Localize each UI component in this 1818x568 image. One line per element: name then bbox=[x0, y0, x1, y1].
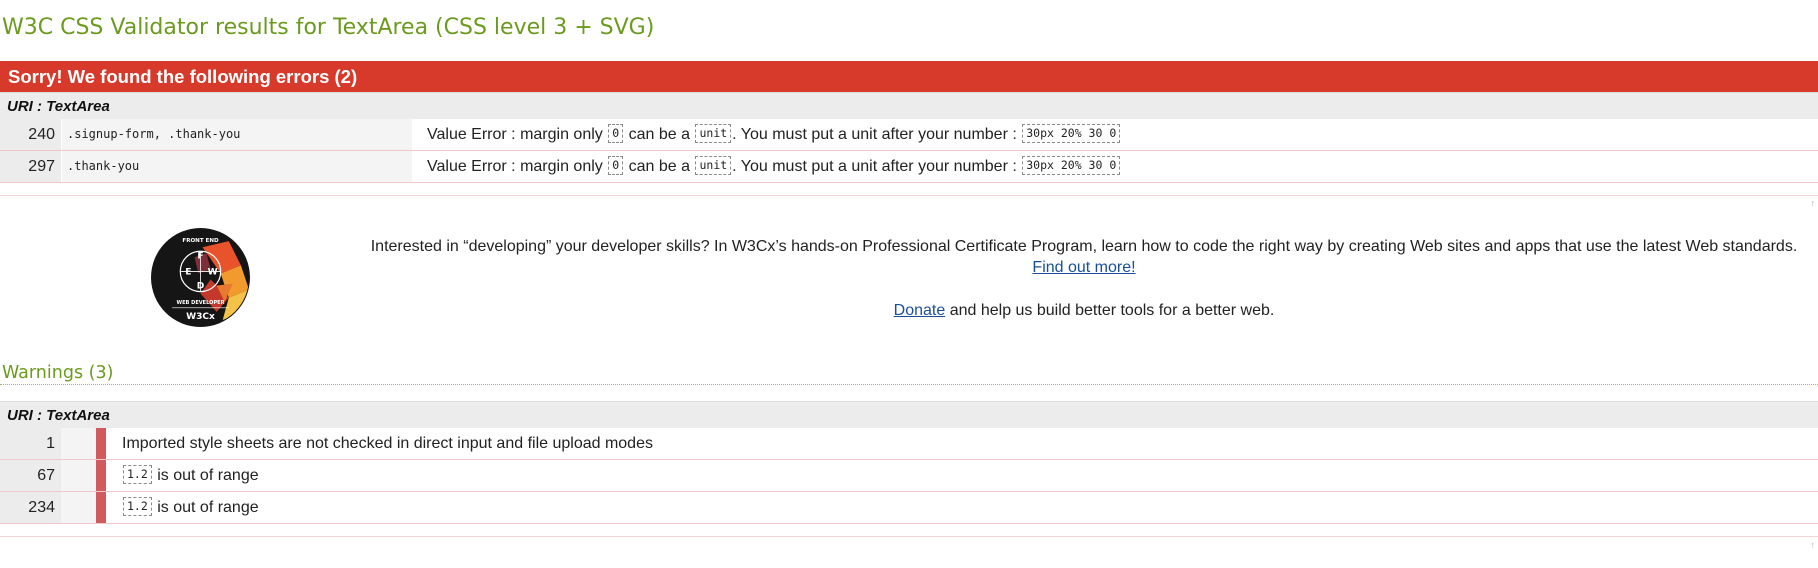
logo-letter-f: F bbox=[197, 251, 203, 261]
warning-context bbox=[61, 428, 96, 459]
w3cx-fewd-logo: F E W D FRONT END WEB DEVELOPER W3Cx bbox=[151, 228, 250, 327]
error-message-prefix: Value Error : margin only bbox=[427, 126, 603, 143]
donate-message: and help us build better tools for a bet… bbox=[945, 302, 1275, 319]
error-row: 240 .signup-form, .thank-you Value Error… bbox=[0, 119, 1818, 151]
code-snippet: 30px 20% 30 0 bbox=[1022, 156, 1121, 176]
code-snippet: 30px 20% 30 0 bbox=[1022, 124, 1121, 144]
promo-text: Interested in “developing” your develope… bbox=[360, 236, 1808, 278]
warning-message: Imported style sheets are not checked in… bbox=[122, 428, 653, 459]
warning-line-number[interactable]: 67 bbox=[0, 460, 61, 491]
logo-letter-e: E bbox=[185, 267, 191, 277]
warning-line-number[interactable]: 1 bbox=[0, 428, 61, 459]
code-snippet: 1.2 bbox=[123, 465, 152, 485]
warnings-divider bbox=[0, 384, 1818, 385]
warning-level-bar bbox=[96, 460, 106, 491]
logo-letter-d: D bbox=[197, 282, 205, 292]
error-message: Value Error : margin only 0 can be a uni… bbox=[427, 151, 1121, 182]
warning-context bbox=[61, 492, 96, 523]
warnings-uri-label: URI : TextArea bbox=[0, 401, 1818, 428]
logo-ring-bottom: WEB DEVELOPER bbox=[177, 300, 225, 306]
warning-row: 67 1.2 is out of range bbox=[0, 460, 1818, 492]
arrow-up-icon[interactable]: ↑ bbox=[1811, 540, 1816, 550]
error-line-number[interactable]: 240 bbox=[0, 119, 61, 150]
section-divider bbox=[0, 195, 1818, 196]
warning-line-number[interactable]: 234 bbox=[0, 492, 61, 523]
error-context: .signup-form, .thank-you bbox=[61, 119, 412, 150]
code-snippet: 0 bbox=[608, 156, 624, 176]
warning-context bbox=[61, 460, 96, 491]
warnings-title: Warnings (3) bbox=[2, 363, 114, 383]
error-context: .thank-you bbox=[61, 151, 412, 182]
code-snippet: 1.2 bbox=[123, 497, 152, 517]
error-message: Value Error : margin only 0 can be a uni… bbox=[427, 119, 1121, 150]
logo-letter-w: W bbox=[208, 267, 218, 277]
donate-text: Donate and help us build better tools fo… bbox=[360, 300, 1808, 321]
find-out-more-link[interactable]: Find out more! bbox=[1032, 259, 1135, 276]
warning-message: 1.2 is out of range bbox=[122, 460, 259, 491]
error-message-mid: can be a bbox=[628, 158, 691, 175]
page-title: W3C CSS Validator results for TextArea (… bbox=[2, 15, 655, 40]
error-message-suffix: . You must put a unit after your number … bbox=[732, 126, 1017, 143]
error-message-suffix: . You must put a unit after your number … bbox=[732, 158, 1017, 175]
section-divider bbox=[0, 536, 1818, 537]
warning-text: Imported style sheets are not checked in… bbox=[122, 435, 653, 452]
logo-brand: W3Cx bbox=[186, 312, 215, 322]
arrow-up-icon[interactable]: ↑ bbox=[1811, 198, 1816, 208]
errors-uri-label: URI : TextArea bbox=[0, 92, 1818, 119]
warning-row: 234 1.2 is out of range bbox=[0, 492, 1818, 524]
code-snippet: unit bbox=[695, 124, 732, 144]
warning-level-bar bbox=[96, 492, 106, 523]
error-message-prefix: Value Error : margin only bbox=[427, 158, 603, 175]
promo-message: Interested in “developing” your develope… bbox=[370, 238, 1798, 255]
errors-header: Sorry! We found the following errors (2) bbox=[0, 61, 1818, 92]
code-snippet: 0 bbox=[608, 124, 624, 144]
error-row: 297 .thank-you Value Error : margin only… bbox=[0, 151, 1818, 183]
code-snippet: unit bbox=[695, 156, 732, 176]
warning-message: 1.2 is out of range bbox=[122, 492, 259, 523]
warning-row: 1 Imported style sheets are not checked … bbox=[0, 428, 1818, 460]
warning-text: is out of range bbox=[152, 499, 259, 516]
error-line-number[interactable]: 297 bbox=[0, 151, 61, 182]
donate-link[interactable]: Donate bbox=[894, 302, 946, 319]
logo-ring-top: FRONT END bbox=[182, 238, 219, 244]
warning-text: is out of range bbox=[152, 467, 259, 484]
error-message-mid: can be a bbox=[628, 126, 691, 143]
warning-level-bar bbox=[96, 428, 106, 459]
